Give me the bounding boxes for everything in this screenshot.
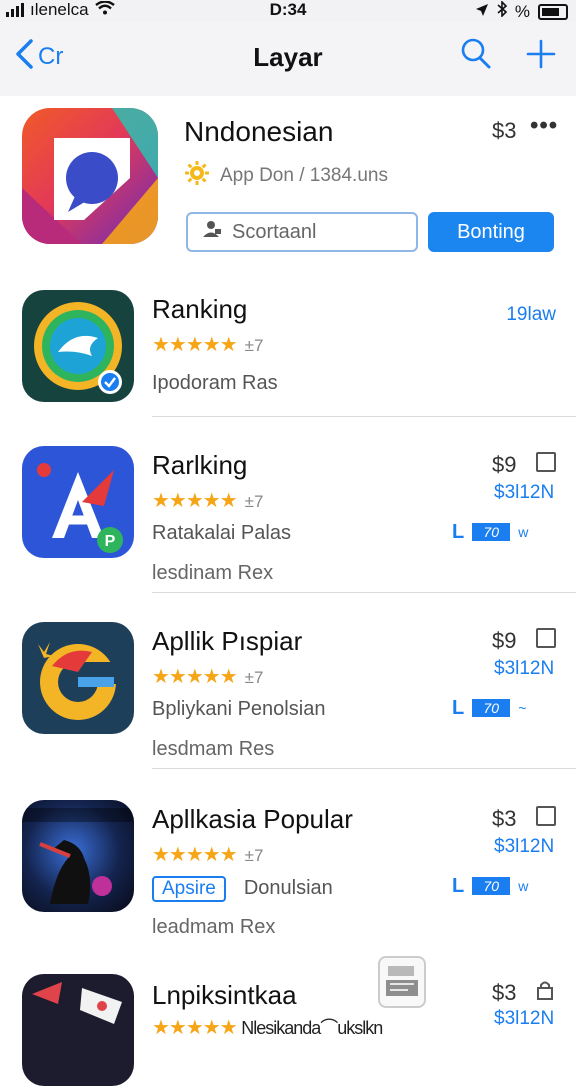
tag-box: 70 [472,699,511,717]
app-category: Donulsian [243,877,333,899]
app-subprice: $3l12N [494,482,555,503]
tag-box: 70 [472,877,511,895]
app-subprice: $3l12N [494,836,555,857]
app-subprice: $3l12N [494,658,555,679]
document-icon[interactable] [378,956,426,1008]
rating-count: ±7 [244,492,264,511]
app-icon[interactable] [22,974,134,1086]
app-price: $9 [492,628,517,653]
app-category: Ratakalai Palas [152,522,291,544]
lock-icon [536,980,554,1005]
status-right: % [475,0,568,22]
app-developer: lesdinam Rex [152,562,274,584]
app-subtitle: App Don / 1384.uns [184,160,388,192]
more-icon[interactable]: ••• [530,112,558,140]
divider [152,768,576,769]
app-title: Apllik Pıspiar [152,626,303,656]
app-title: Nndonesian [184,116,334,147]
divider [152,416,576,417]
search-icon[interactable] [460,36,492,75]
gear-icon [184,160,210,192]
primary-button[interactable]: Bonting [428,212,554,252]
star-rating: ★★★★★ ±7 [152,334,264,356]
location-icon [475,2,489,22]
person-icon [202,220,222,244]
plus-icon[interactable] [526,36,556,75]
app-title: Lnpiksintkaa [152,980,297,1010]
tag-extra: w [518,878,529,894]
checkbox[interactable] [536,628,556,648]
tag-extra: ~ [518,700,527,716]
list-item[interactable]: Apllkasia Popular ★★★★★ ±7 Apsire Donulsia… [0,786,576,952]
search-button-label: Scortaanl [232,220,317,243]
featured-app: Nndonesian App Don / 1384.uns $3 ••• Sco… [0,96,576,278]
rating-count: ±7 [244,336,264,355]
star-rating: ★★★★★ ±7 [152,844,264,866]
rating-count: ±7 [244,846,264,865]
battery-icon [538,3,568,20]
version-tag: L 70 w [452,874,529,897]
app-title: Apllkasia Popular [152,804,353,834]
app-title: Ranking [152,294,248,324]
tag-extra: w [518,524,529,540]
star-rating: ★★★★★ ±7 [152,490,264,512]
app-subtitle-text: App Don / 1384.uns [220,165,388,186]
star-rating: ★★★★★ Nlesikanda⌒ukslkn [152,1017,383,1039]
app-price: $3 [492,806,517,831]
app-price: $3 [492,118,517,143]
star-rating: ★★★★★ ±7 [152,666,264,688]
checkbox[interactable] [536,806,556,826]
app-category: Nlesikanda⌒ukslkn [241,1018,383,1038]
app-price: $9 [492,452,517,477]
bluetooth-icon [497,0,508,22]
rating-count: ±7 [244,668,264,687]
tag-letter: L [452,520,465,543]
list-item[interactable]: P Rarlking ★★★★★ ±7 Ratakalai Palas lesdi… [0,432,576,592]
battery-percent: % [514,1,530,21]
search-button[interactable]: Scortaanl [186,212,418,252]
app-icon[interactable] [22,800,134,912]
checkbox[interactable] [536,452,556,472]
app-category: Bpliykani Penolsian [152,698,326,720]
app-developer: lesdmam Res [152,738,275,760]
tag-box: 70 [472,523,511,541]
tag-letter: L [452,874,465,897]
app-category-line: Apsire Donulsian [152,876,333,902]
app-developer: Ipodoram Ras [152,372,278,394]
list-item[interactable]: Apllik Pıspiar ★★★★★ ±7 Bpliykani Penolsi… [0,608,576,768]
version-tag: L 70 ~ [452,696,527,719]
app-icon[interactable] [22,622,134,734]
app-title: Rarlking [152,450,248,480]
version-tag: L 70 w [452,520,529,543]
app-subprice: $3l12N [494,1008,555,1029]
app-icon[interactable] [22,290,134,402]
app-icon[interactable]: P [22,446,134,558]
list-item[interactable]: Lnpiksintkaa ★★★★★ Nlesikanda⌒ukslkn $3 … [0,962,576,1086]
category-chip[interactable]: Apsire [152,876,226,902]
divider [152,592,576,593]
app-rank: 19law [506,304,556,325]
list-item[interactable]: Ranking ★★★★★ ±7 Ipodoram Ras 19law [0,276,576,418]
status-bar: ılenelca D:34 % [0,0,576,22]
navigation-bar: Cr Layar [0,22,576,96]
app-developer: leadmam Rex [152,916,276,938]
app-icon[interactable] [22,108,158,244]
tag-letter: L [452,696,465,719]
app-price: $3 [492,980,517,1005]
svg-text:P: P [105,533,116,550]
